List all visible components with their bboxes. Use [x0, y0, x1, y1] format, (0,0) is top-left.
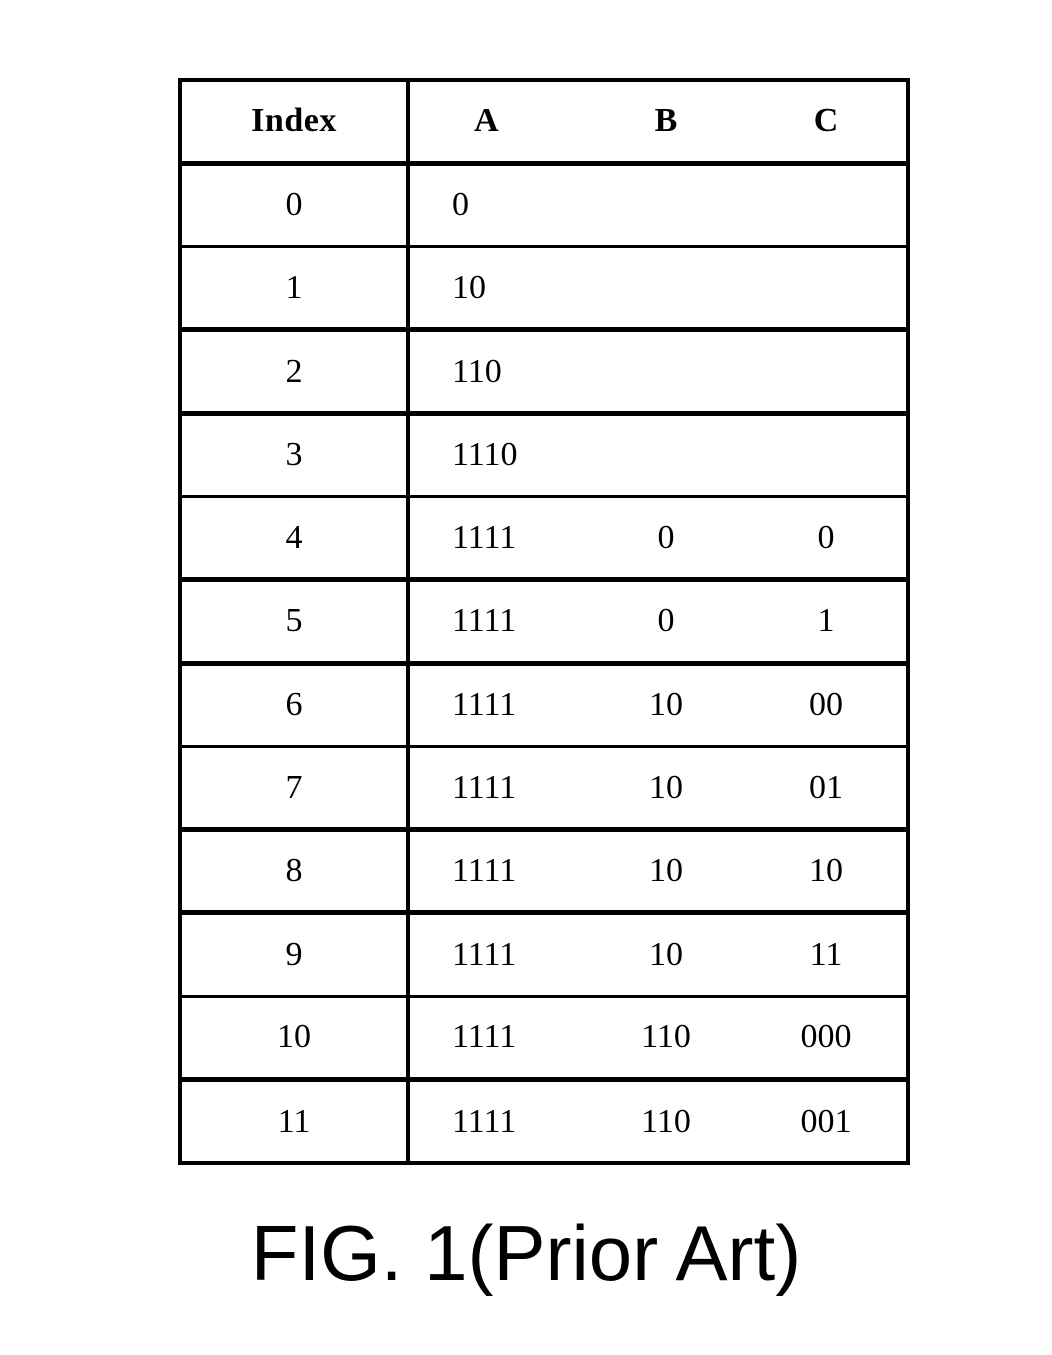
cell-b: 10	[649, 686, 683, 724]
table-row: 3 1110	[180, 413, 908, 497]
cell-a: 110	[452, 352, 502, 390]
cell-values: 1111 10 00	[408, 663, 908, 746]
cell-index: 4	[180, 496, 410, 580]
cell-b: 110	[641, 1018, 691, 1056]
cell-index: 1	[180, 246, 410, 330]
figure-page: Index A B C 0 0 1 10 2 110 3 1110 4 1111…	[0, 0, 1052, 1355]
value-subcolumns: 1111 10 01	[410, 748, 906, 827]
cell-index: 11	[180, 1079, 410, 1163]
cell-b: 10	[649, 768, 683, 806]
cell-c: 01	[809, 768, 843, 806]
cell-a: 1110	[452, 436, 518, 474]
code-table: Index A B C 0 0 1 10 2 110 3 1110 4 1111…	[178, 78, 910, 1165]
column-header-b: B	[654, 102, 678, 140]
cell-index: 2	[180, 329, 410, 414]
cell-c: 1	[817, 602, 835, 640]
figure-caption: FIG. 1(Prior Art)	[250, 1209, 802, 1297]
table-row: 6 1111 10 00	[180, 663, 908, 747]
cell-b: 110	[641, 1102, 691, 1140]
cell-c: 0	[817, 518, 835, 556]
cell-a: 1111	[452, 1018, 517, 1056]
cell-b: 0	[657, 602, 675, 640]
value-subcolumns: 1111 10 10	[410, 832, 906, 910]
cell-values: 1111 10 10	[408, 830, 908, 913]
value-subcolumns: 1111 10 11	[410, 915, 906, 994]
cell-b: 10	[649, 936, 683, 974]
cell-c: 11	[809, 936, 843, 974]
table-row: 8 1111 10 10	[180, 829, 908, 913]
table-row: 11 1111 110 001	[180, 1079, 908, 1163]
header-subcolumns: A B C	[410, 82, 906, 161]
cell-a: 1111	[452, 686, 517, 724]
cell-a: 1111	[452, 768, 517, 806]
table-row: 2 110	[180, 329, 908, 414]
cell-values: 1111 110 001	[408, 1080, 908, 1163]
cell-a: 10	[452, 268, 486, 306]
cell-index: 0	[180, 163, 410, 247]
column-header-index: Index	[180, 80, 410, 164]
cell-a: 1111	[452, 518, 517, 556]
cell-values: 0	[408, 163, 908, 246]
cell-index: 6	[180, 663, 410, 747]
value-subcolumns: 1111 0 1	[410, 582, 906, 660]
cell-values: 1111 0 0	[408, 496, 908, 579]
cell-c: 001	[800, 1102, 852, 1140]
table-row: 0 0	[180, 163, 908, 247]
value-subcolumns: 1111 10 00	[410, 666, 906, 745]
cell-values: 1110	[408, 413, 908, 496]
value-subcolumns: 1111 110 000	[410, 998, 906, 1077]
cell-a: 1111	[452, 1102, 517, 1140]
cell-values: 1111 0 1	[408, 580, 908, 663]
cell-c: 000	[800, 1018, 852, 1056]
table-row: 10 1111 110 000	[180, 996, 908, 1080]
table-row: 4 1111 0 0	[180, 496, 908, 580]
cell-a: 1111	[452, 852, 517, 890]
cell-c: 00	[809, 686, 843, 724]
value-subcolumns: 1111 0 0	[410, 498, 906, 577]
cell-values: 110	[408, 330, 908, 413]
value-subcolumns: 110	[410, 332, 906, 410]
cell-values: 1111 10 11	[408, 913, 908, 996]
table-body: Index A B C 0 0 1 10 2 110 3 1110 4 1111…	[180, 80, 908, 1163]
cell-index: 5	[180, 579, 410, 664]
cell-values: 1111 10 01	[408, 746, 908, 829]
cell-values: 1111 110 000	[408, 996, 908, 1079]
column-header-a: A	[474, 102, 499, 140]
cell-c: 10	[809, 852, 843, 890]
table-row: 5 1111 0 1	[180, 579, 908, 664]
value-subcolumns: 1110	[410, 416, 906, 495]
cell-index: 9	[180, 912, 410, 997]
value-subcolumns: 0	[410, 166, 906, 245]
cell-index: 7	[180, 746, 410, 830]
cell-index: 8	[180, 829, 410, 913]
cell-a: 1111	[452, 602, 517, 640]
table-row: 7 1111 10 01	[180, 746, 908, 830]
table-row: 9 1111 10 11	[180, 912, 908, 997]
cell-b: 0	[657, 518, 675, 556]
cell-b: 10	[649, 852, 683, 890]
cell-a: 1111	[452, 936, 517, 974]
cell-values: 10	[408, 247, 908, 330]
table-header-row: Index A B C	[180, 80, 908, 164]
cell-a: 0	[452, 186, 469, 224]
column-header-values: A B C	[408, 80, 908, 163]
value-subcolumns: 10	[410, 248, 906, 327]
value-subcolumns: 1111 110 001	[410, 1082, 906, 1161]
cell-index: 10	[180, 996, 410, 1080]
column-header-c: C	[813, 102, 839, 140]
table-row: 1 10	[180, 246, 908, 330]
cell-index: 3	[180, 413, 410, 497]
